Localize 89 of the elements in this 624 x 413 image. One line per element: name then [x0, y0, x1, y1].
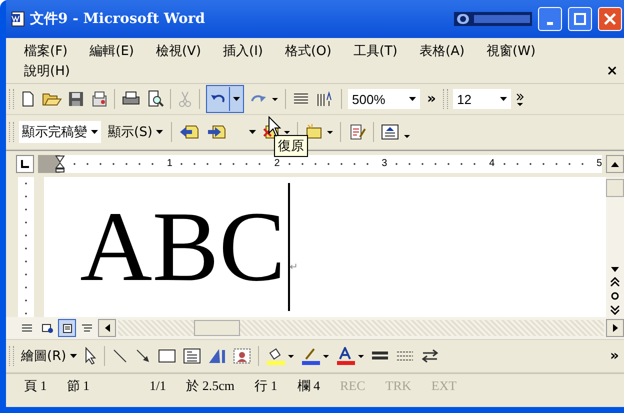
menu-item[interactable]: 工具(T) — [349, 41, 402, 61]
dropdown-arrow-icon — [233, 97, 240, 101]
minimize-button[interactable] — [538, 7, 562, 31]
permission-icon[interactable] — [90, 90, 108, 108]
dropdown-arrow-icon — [500, 97, 508, 101]
dropdown-arrow-icon — [91, 130, 98, 134]
up-arrow-icon — [611, 162, 619, 166]
show-menu-button[interactable]: 顯示(S) — [106, 123, 166, 141]
scroll-left-button[interactable] — [98, 319, 116, 337]
status-item: 頁 1 — [24, 377, 47, 395]
mouse-pointer-icon — [268, 116, 282, 138]
line-color-icon[interactable] — [300, 347, 330, 365]
menu-item[interactable]: 說明(H) — [20, 61, 74, 81]
previous-page-icon[interactable] — [610, 277, 620, 287]
page-icon — [62, 324, 72, 332]
scrollbar-thumb[interactable] — [194, 320, 240, 336]
markup-view-dropdown[interactable]: 顯示完稿變 — [19, 121, 101, 143]
right-arrow-icon — [612, 324, 618, 332]
arrow-style-icon[interactable] — [420, 347, 440, 365]
view-mode-button[interactable] — [58, 319, 76, 337]
scroll-down-icon[interactable] — [610, 265, 620, 273]
menu-item[interactable]: 檢視(V) — [152, 41, 206, 61]
lines-icon — [22, 324, 32, 332]
fill-color-icon[interactable] — [265, 347, 296, 365]
toolbar-options-button[interactable]: » — [425, 91, 438, 107]
text-box-icon[interactable] — [182, 347, 202, 365]
font-color-icon[interactable] — [335, 347, 366, 365]
menu-item[interactable]: 視窗(W) — [482, 41, 540, 61]
status-item: 1/1 — [150, 378, 166, 394]
rectangle-icon[interactable] — [157, 347, 178, 365]
status-item: 欄 4 — [297, 377, 320, 395]
menu-item[interactable]: 表格(A) — [416, 41, 469, 61]
maximize-icon — [574, 13, 586, 25]
menu-item[interactable]: 插入(I) — [219, 41, 268, 61]
draw-menu-button[interactable]: 繪圖(R) — [19, 347, 80, 365]
wordart-icon[interactable] — [207, 347, 228, 365]
toolbar-options-icon[interactable] — [516, 91, 524, 107]
undo-icon — [210, 93, 226, 105]
ruler-number: 5 — [596, 159, 602, 169]
ruler-number: 3 — [382, 159, 388, 169]
select-pointer-icon[interactable] — [84, 347, 98, 365]
indent-marker-icon[interactable] — [55, 155, 65, 173]
dropdown-arrow-icon — [409, 97, 416, 101]
minimize-icon — [547, 22, 553, 25]
next-change-icon[interactable] — [205, 123, 228, 141]
undo-button[interactable] — [206, 85, 244, 113]
toolbar-options-button[interactable]: » — [608, 348, 621, 364]
document-text: ABC — [80, 197, 286, 297]
close-document-button[interactable]: × — [604, 63, 620, 79]
status-item: 行 1 — [254, 377, 278, 395]
next-page-icon[interactable] — [610, 305, 620, 315]
scrollbar-thumb[interactable] — [606, 179, 624, 197]
ruler-number: 2 — [274, 159, 280, 169]
maximize-button[interactable] — [568, 7, 592, 31]
tooltip: 復原 — [274, 135, 308, 157]
dropdown-arrow-icon — [70, 354, 78, 358]
dropdown-arrow-icon[interactable] — [249, 130, 256, 134]
dropdown-arrow-icon — [156, 130, 164, 134]
ruler-number: 1 — [166, 159, 172, 169]
left-tab-icon — [21, 160, 29, 168]
left-arrow-icon — [104, 324, 110, 332]
status-item: EXT — [431, 378, 457, 394]
print-preview-icon[interactable] — [146, 90, 164, 108]
close-button[interactable] — [598, 7, 622, 31]
status-item: 於 2.5cm — [186, 377, 235, 395]
status-item: TRK — [385, 378, 412, 394]
new-comment-icon[interactable] — [304, 123, 334, 141]
web-page-icon — [42, 324, 52, 332]
zoom-dropdown[interactable]: 500% — [348, 89, 420, 109]
scroll-up-button[interactable] — [606, 155, 624, 173]
font-size-dropdown[interactable]: 12 — [453, 89, 512, 109]
scroll-right-button[interactable] — [606, 319, 624, 337]
window-title: 文件9 - Microsoft Word — [30, 10, 206, 28]
select-browse-object-icon[interactable] — [610, 291, 620, 301]
menu-item[interactable]: 格式(O) — [281, 41, 336, 61]
close-icon — [604, 13, 616, 25]
ruler-number: 4 — [489, 159, 495, 169]
status-item: REC — [340, 378, 366, 394]
word-document-icon — [10, 11, 26, 27]
paragraph-mark: ↵ — [290, 262, 298, 272]
clip-art-icon[interactable] — [232, 347, 252, 365]
status-item: 節 1 — [66, 377, 90, 395]
reviewing-pane-icon[interactable] — [380, 123, 412, 141]
menu-item[interactable]: 編輯(E) — [86, 41, 138, 61]
previous-change-icon[interactable] — [178, 123, 200, 141]
outline-icon — [82, 324, 92, 332]
progress-animation-icon — [454, 12, 532, 26]
menu-item[interactable]: 檔案(F) — [20, 41, 72, 61]
tab-selector-button[interactable] — [16, 155, 34, 173]
